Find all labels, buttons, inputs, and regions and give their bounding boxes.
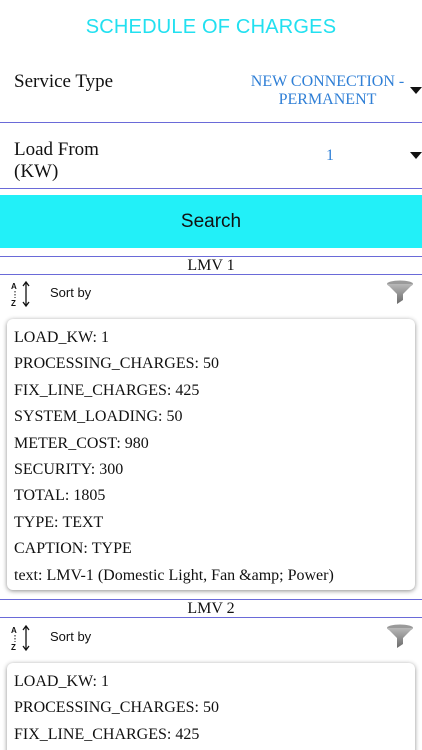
service-type-value-line1: NEW CONNECTION - (250, 73, 405, 90)
field-row: LOAD_KW: 1 (14, 669, 415, 695)
load-from-label: Load From (KW) (14, 139, 99, 183)
divider (0, 122, 422, 123)
field-value: 50 (202, 355, 219, 373)
sort-az-icon[interactable]: A Z (10, 280, 32, 308)
field-row: PROCESSING_CHARGES: 50 (14, 695, 415, 721)
field-value: 980 (124, 434, 149, 452)
field-value: 425 (175, 381, 200, 399)
field-value: 300 (99, 461, 124, 479)
divider (0, 617, 422, 618)
sort-by-label[interactable]: Sort by (50, 629, 91, 644)
field-row: text: LMV-1 (Domestic Light, Fan &amp; Po… (14, 563, 415, 589)
sort-bar: A Z Sort by (0, 276, 422, 312)
field-row: FIX_LINE_CHARGES: 425 (14, 378, 415, 404)
field-row: FIX_LINE_CHARGES: 425 (14, 722, 415, 748)
svg-text:A: A (11, 282, 17, 291)
field-key: TOTAL: (14, 487, 70, 505)
field-row: PROCESSING_CHARGES: 50 (14, 351, 415, 377)
field-value: LMV-1 (Domestic Light, Fan &amp; Power) (46, 566, 334, 584)
load-from-label-line1: Load From (14, 139, 99, 160)
field-key: TYPE: (14, 513, 59, 531)
divider (0, 274, 422, 275)
section-header: LMV 1 (187, 257, 235, 274)
svg-text:Z: Z (11, 299, 16, 308)
field-row: SECURITY: 300 (14, 457, 415, 483)
filter-icon[interactable] (386, 280, 414, 306)
field-key: FIX_LINE_CHARGES: (14, 725, 172, 743)
filter-icon[interactable] (386, 624, 414, 650)
field-value: TYPE (91, 540, 132, 558)
field-row: TOTAL: 1805 (14, 483, 415, 509)
svg-text:Z: Z (11, 643, 16, 652)
section-header: LMV 2 (187, 600, 235, 617)
service-type-label: Service Type (14, 71, 114, 92)
field-key: SYSTEM_LOADING: (14, 408, 163, 426)
charge-card: LOAD_KW: 1 PROCESSING_CHARGES: 50 FIX_LINE… (7, 663, 415, 750)
field-key: CAPTION: (14, 540, 88, 558)
field-row: CAPTION: TYPE (14, 536, 415, 562)
field-row: LOAD_KW: 1 (14, 325, 415, 351)
field-value: 50 (202, 699, 219, 717)
field-key: PROCESSING_CHARGES: (14, 699, 199, 717)
field-value: 1 (100, 329, 109, 346)
field-value: 1 (100, 673, 109, 690)
divider (0, 188, 422, 189)
service-type-value-line2: PERMANENT (278, 91, 377, 108)
field-key: LOAD_KW: (14, 673, 97, 690)
caret-down-icon[interactable] (410, 87, 422, 94)
field-key: LOAD_KW: (14, 329, 97, 346)
svg-text:A: A (11, 626, 17, 635)
sort-bar: A Z Sort by (0, 620, 422, 656)
field-row: TYPE: TEXT (14, 510, 415, 536)
sort-by-label[interactable]: Sort by (50, 285, 91, 300)
load-from-value[interactable]: 1 (300, 147, 360, 165)
field-key: PROCESSING_CHARGES: (14, 355, 199, 373)
field-key: FIX_LINE_CHARGES: (14, 381, 172, 399)
sort-az-icon[interactable]: A Z (10, 624, 32, 652)
field-value: 1805 (73, 487, 106, 505)
service-type-value[interactable]: NEW CONNECTION - PERMANENT (240, 73, 415, 109)
caret-down-icon[interactable] (410, 152, 422, 159)
field-row: SYSTEM_LOADING: 50 (14, 404, 415, 430)
page-title: SCHEDULE OF CHARGES (85, 16, 337, 38)
field-value: 425 (175, 725, 200, 743)
search-button[interactable]: Search (0, 195, 422, 248)
field-row: METER_COST: 980 (14, 431, 415, 457)
field-key: METER_COST: (14, 434, 121, 452)
field-key: text: (14, 566, 43, 584)
charge-card: LOAD_KW: 1 PROCESSING_CHARGES: 50 FIX_LINE… (7, 319, 415, 590)
field-value: 50 (166, 408, 183, 426)
field-value: TEXT (62, 513, 104, 531)
field-key: SECURITY: (14, 461, 96, 479)
load-from-label-line2: (KW) (14, 161, 59, 182)
